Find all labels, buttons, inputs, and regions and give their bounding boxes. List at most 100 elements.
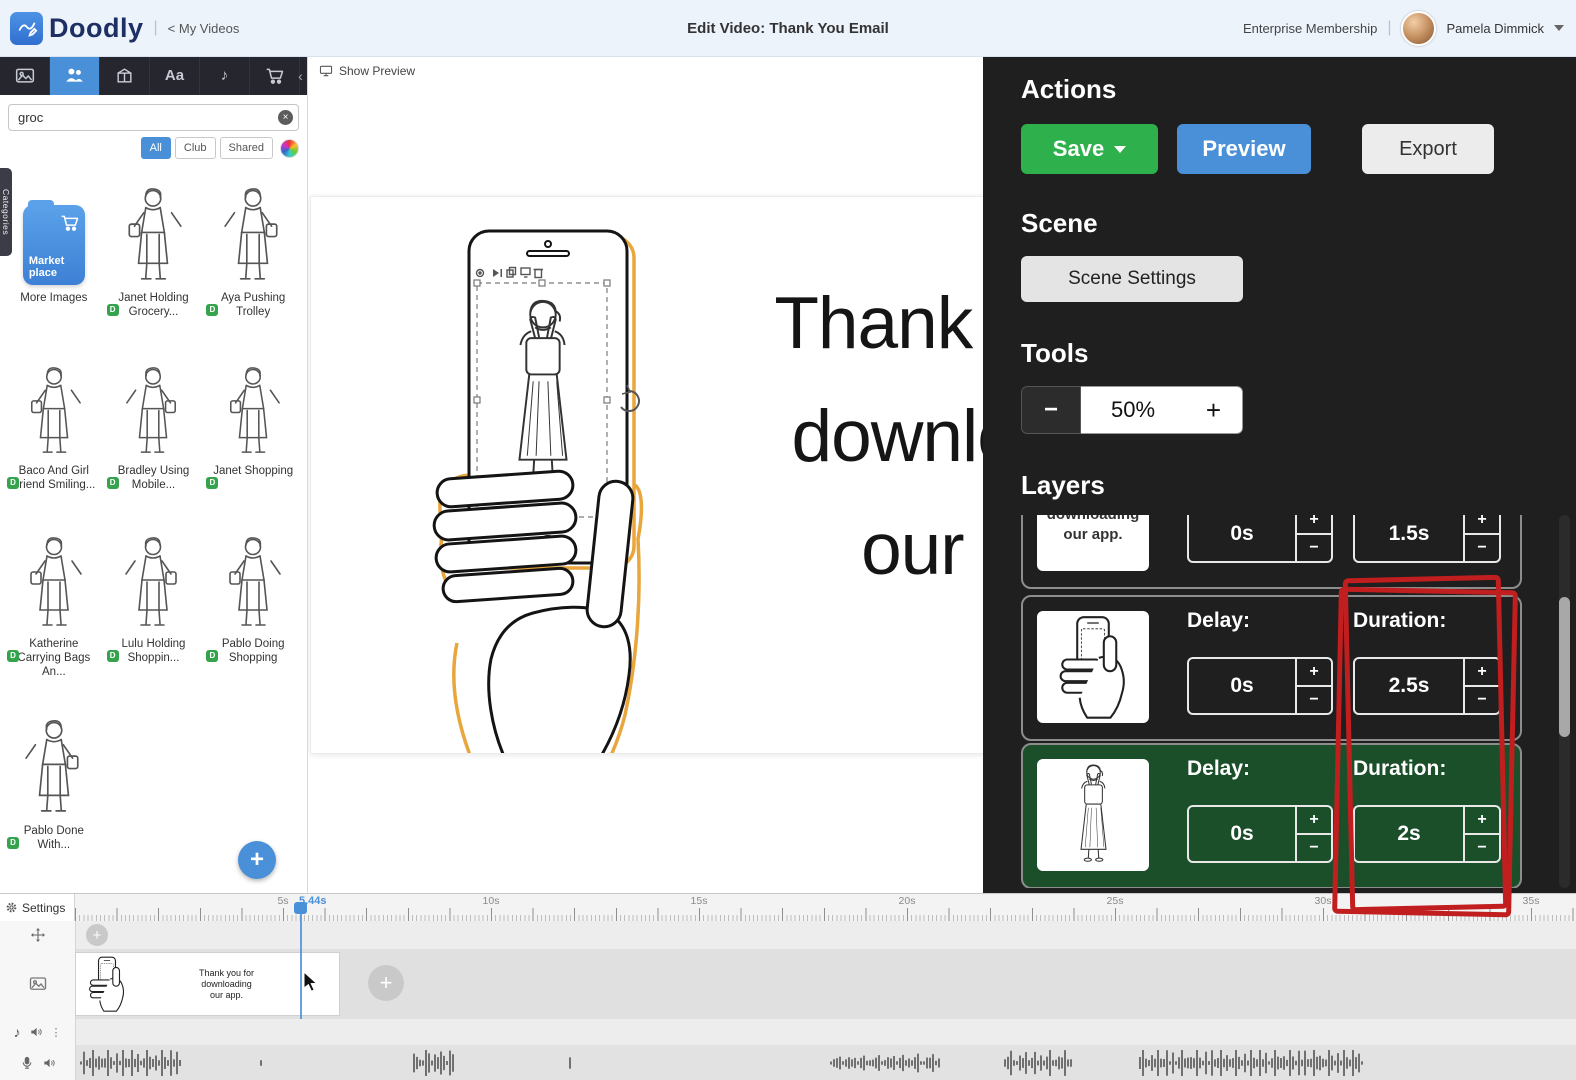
layer-thumbnail: downloading our app.: [1037, 515, 1149, 571]
save-dropdown-caret-icon[interactable]: [1114, 145, 1127, 153]
duration-increase-button[interactable]: +: [1465, 807, 1499, 835]
layer-card-text[interactable]: downloading our app. 0s +− 1.5s +−: [1021, 515, 1522, 589]
library-item[interactable]: D Pablo Doing Shopping: [205, 527, 301, 698]
duration-decrease-button[interactable]: −: [1465, 535, 1499, 561]
music-note-icon: ♪: [220, 67, 229, 84]
layer-card-phone[interactable]: Delay: Duration: 0s + − 2.5s + −: [1021, 595, 1522, 741]
doodly-logo[interactable]: Doodly: [10, 11, 144, 45]
library-item[interactable]: D Janet Shopping: [205, 354, 301, 511]
properties-panel: Actions Save Preview Export Scene Scene …: [983, 56, 1576, 893]
tab-props[interactable]: [100, 56, 150, 95]
move-icon: [30, 927, 46, 943]
character-sketch: [23, 718, 85, 818]
library-item[interactable]: D Aya Pushing Trolley: [205, 181, 301, 338]
marketplace-folder[interactable]: Market place: [22, 200, 85, 285]
hand-sketch: [432, 469, 635, 753]
scene-text-line: our app.: [861, 509, 983, 590]
duration-label: Duration:: [1353, 757, 1447, 780]
library-item[interactable]: D Janet Holding Grocery...: [106, 181, 202, 338]
canvas-area: Show Preview Thank you for downloading o…: [307, 56, 983, 893]
ruler-label: 20s: [898, 895, 916, 907]
club-badge: D: [206, 650, 219, 662]
voice-waveform: [80, 1050, 1363, 1076]
hand-holding-phone-object[interactable]: [421, 223, 721, 754]
speaker-icon[interactable]: [29, 1025, 43, 1039]
layer-card-character-selected[interactable]: Delay: Duration: 0s + − 2s + −: [1021, 743, 1522, 888]
layer-thumbnail: [1037, 759, 1149, 871]
color-filter-icon[interactable]: [280, 138, 299, 158]
library-item[interactable]: D Pablo Done With...: [6, 714, 102, 871]
categories-flyout-tab[interactable]: Categories: [0, 168, 12, 256]
back-to-my-videos-link[interactable]: < My Videos: [168, 21, 240, 36]
collapse-sidebar-button[interactable]: ‹: [294, 56, 307, 95]
duration-decrease-button[interactable]: −: [1465, 835, 1499, 861]
scene-text[interactable]: Thank you for downloading our app.: [711, 267, 983, 606]
zoom-in-button[interactable]: +: [1185, 386, 1243, 434]
library-item[interactable]: D Bradley Using Mobile...: [106, 354, 202, 511]
filter-club[interactable]: Club: [174, 137, 216, 159]
add-scene-button[interactable]: +: [368, 965, 404, 1001]
layers-list: downloading our app. 0s +− 1.5s +−: [1021, 515, 1524, 888]
asset-search-input[interactable]: [8, 104, 299, 131]
track-menu-icon[interactable]: ⋮: [51, 1026, 62, 1039]
add-asset-button[interactable]: +: [238, 841, 276, 879]
video-canvas[interactable]: Thank you for downloading our app.: [310, 196, 983, 754]
delay-label: Delay:: [1187, 609, 1251, 632]
scene-settings-button[interactable]: Scene Settings: [1021, 256, 1243, 302]
delay-increase-button[interactable]: +: [1297, 807, 1331, 835]
tab-sounds[interactable]: ♪: [200, 56, 250, 95]
delay-increase-button[interactable]: +: [1297, 659, 1331, 687]
layers-heading: Layers: [1021, 470, 1105, 500]
speaker-icon[interactable]: [42, 1056, 56, 1070]
filter-all[interactable]: All: [140, 137, 171, 159]
show-preview-toggle[interactable]: Show Preview: [319, 64, 415, 78]
save-button[interactable]: Save: [1021, 124, 1158, 174]
tab-characters[interactable]: [50, 56, 100, 95]
club-badge: D: [7, 837, 19, 849]
clear-search-icon[interactable]: ×: [278, 110, 293, 125]
character-sketch: [124, 366, 182, 458]
zoom-out-button[interactable]: −: [1021, 386, 1081, 434]
delay-decrease-button[interactable]: −: [1297, 535, 1331, 561]
membership-label: Enterprise Membership: [1242, 20, 1378, 36]
character-sketch: [122, 187, 184, 285]
scene-heading: Scene: [1021, 208, 1098, 238]
image-icon: [29, 975, 47, 993]
music-note-icon: ♪: [13, 1024, 21, 1040]
user-avatar[interactable]: [1401, 10, 1437, 46]
delay-increase-button[interactable]: +: [1297, 515, 1331, 535]
duration-decrease-button[interactable]: −: [1465, 687, 1499, 713]
duration-increase-button[interactable]: +: [1465, 515, 1499, 535]
user-name[interactable]: Pamela Dimmick: [1446, 21, 1544, 36]
delay-decrease-button[interactable]: −: [1297, 835, 1331, 861]
timeline-settings[interactable]: Settings: [0, 894, 75, 921]
microphone-icon: [20, 1056, 34, 1070]
library-item[interactable]: D Baco And Girl Friend Smiling...: [6, 354, 102, 511]
logo-text: Doodly: [49, 12, 144, 43]
tab-marketplace[interactable]: [250, 56, 300, 95]
delay-decrease-button[interactable]: −: [1297, 687, 1331, 713]
delay-value: 0s: [1230, 522, 1254, 545]
tab-images[interactable]: [0, 56, 50, 95]
marketplace-caption: More Images: [20, 292, 88, 304]
scene-track-header: [0, 949, 76, 1019]
top-bar: Doodly | < My Videos Edit Video: Thank Y…: [0, 0, 1576, 57]
library-item[interactable]: D Katherine Carrying Bags An...: [6, 527, 102, 698]
asset-filters: All Club Shared: [0, 135, 307, 159]
music-track-header: ♪ ⋮: [0, 1019, 76, 1045]
add-scene-button-small[interactable]: +: [86, 924, 108, 946]
preview-button[interactable]: Preview: [1177, 124, 1311, 174]
move-scenes-control[interactable]: [0, 921, 76, 949]
marketplace-tile[interactable]: Market place More Images: [6, 181, 102, 338]
thumb-text-line: our app.: [1063, 526, 1123, 543]
duration-stepper: 1.5s + −: [1353, 515, 1501, 563]
library-item[interactable]: D Lulu Holding Shoppin...: [106, 527, 202, 698]
filter-shared[interactable]: Shared: [219, 137, 273, 159]
chevron-down-icon[interactable]: [1554, 25, 1564, 31]
character-grid: Market place More Images D Janet Holding …: [0, 159, 307, 871]
duration-increase-button[interactable]: +: [1465, 659, 1499, 687]
tab-text[interactable]: Aa: [150, 56, 200, 95]
layers-scrollbar-thumb[interactable]: [1559, 597, 1570, 737]
export-button[interactable]: Export: [1362, 124, 1494, 174]
text-icon: Aa: [164, 67, 185, 84]
